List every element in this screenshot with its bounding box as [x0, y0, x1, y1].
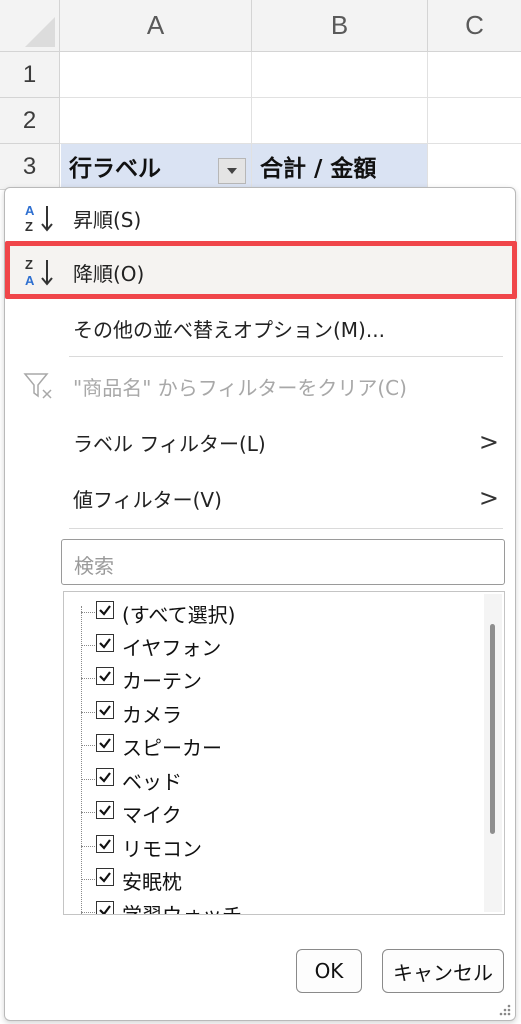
checkbox[interactable]	[96, 601, 114, 619]
list-item[interactable]: ベッド	[64, 763, 474, 796]
menu-clear-filter[interactable]: "商品名" からフィルターをクリア(C)	[7, 360, 513, 412]
list-item-label: カメラ	[122, 703, 182, 727]
chevron-right-icon: >	[478, 428, 499, 456]
check-icon	[99, 805, 111, 816]
checkbox[interactable]	[96, 835, 114, 853]
menu-separator	[69, 528, 503, 529]
pivot-row-label-text: 行ラベル	[69, 156, 161, 182]
list-item-label: (すべて選択)	[122, 603, 236, 627]
search-placeholder: 検索	[74, 554, 114, 578]
pivot-value-header[interactable]: 合計 / 金額	[252, 144, 427, 188]
check-icon	[99, 705, 111, 716]
list-item[interactable]: マイク	[64, 796, 474, 829]
list-item-label: カーテン	[122, 669, 202, 693]
row-header-2[interactable]: 2	[0, 98, 60, 144]
column-header-c[interactable]: C	[428, 0, 521, 52]
check-icon	[99, 605, 111, 616]
list-item-label: 安眠枕	[122, 870, 182, 894]
list-item-label: ベッド	[122, 770, 182, 794]
menu-value-filter[interactable]: 値フィルター(V) >	[7, 472, 513, 524]
chevron-right-icon: >	[478, 484, 499, 512]
cancel-button[interactable]: キャンセル	[382, 949, 504, 993]
menu-sort-ascending[interactable]: A Z 昇順(S)	[7, 192, 513, 244]
list-scrollbar-thumb[interactable]	[490, 624, 495, 834]
checkbox[interactable]	[96, 901, 114, 914]
menu-more-sort-options[interactable]: その他の並べ替えオプション(M)...	[7, 302, 513, 354]
menu-clear-filter-label: "商品名" からフィルターをクリア(C)	[73, 375, 407, 400]
clear-filter-icon	[23, 373, 52, 399]
list-item-label: 学習ウォッチ	[122, 903, 242, 915]
checkbox[interactable]	[96, 734, 114, 752]
list-item-label: スピーカー	[122, 736, 222, 760]
check-icon	[99, 638, 111, 649]
ok-button[interactable]: OK	[296, 949, 362, 993]
column-header-b[interactable]: B	[252, 0, 428, 52]
check-icon	[99, 738, 111, 749]
list-item[interactable]: 安眠枕	[64, 863, 474, 896]
checkbox[interactable]	[96, 634, 114, 652]
checkbox[interactable]	[96, 768, 114, 786]
list-item[interactable]: スピーカー	[64, 729, 474, 762]
checkbox[interactable]	[96, 667, 114, 685]
list-item[interactable]: (すべて選択)	[64, 596, 474, 629]
list-item[interactable]: リモコン	[64, 830, 474, 863]
pivot-value-text: 合計 / 金額	[260, 156, 377, 182]
row-header-1[interactable]: 1	[0, 52, 60, 98]
menu-sort-ascending-label: 昇順(S)	[73, 207, 142, 232]
check-icon	[99, 772, 111, 783]
svg-text:A: A	[25, 203, 35, 218]
highlight-box	[5, 241, 517, 299]
select-all-corner[interactable]	[0, 0, 60, 52]
checkbox[interactable]	[96, 801, 114, 819]
list-item-label: イヤフォン	[122, 636, 222, 660]
checkbox[interactable]	[96, 868, 114, 886]
list-item[interactable]: カメラ	[64, 696, 474, 729]
filter-dropdown-button[interactable]	[218, 158, 246, 184]
list-item-label: マイク	[122, 803, 182, 827]
svg-text:Z: Z	[25, 219, 33, 234]
filter-dropdown-panel: A Z 昇順(S) Z A 降順(O) その他の並べ替えオプション(M)... …	[4, 187, 517, 1021]
menu-value-filter-label: 値フィルター(V)	[73, 487, 222, 512]
list-item[interactable]: 学習ウォッチ	[64, 896, 474, 915]
filter-item-list[interactable]: (すべて選択) イヤフォン カーテン カメラ スピーカー ベッド マイク リモコ…	[63, 591, 505, 915]
search-input[interactable]: 検索	[61, 539, 505, 585]
checkbox[interactable]	[96, 701, 114, 719]
sort-az-icon: A Z	[25, 203, 53, 234]
list-item[interactable]: カーテン	[64, 662, 474, 695]
list-item-label: リモコン	[122, 837, 202, 861]
check-icon	[99, 872, 111, 883]
menu-label-filter-label: ラベル フィルター(L)	[73, 431, 266, 456]
menu-separator	[69, 356, 503, 357]
row-header-3[interactable]: 3	[0, 144, 60, 190]
menu-label-filter[interactable]: ラベル フィルター(L) >	[7, 416, 513, 468]
check-icon	[99, 905, 111, 914]
menu-more-sort-options-label: その他の並べ替えオプション(M)...	[73, 317, 385, 342]
list-item[interactable]: イヤフォン	[64, 629, 474, 662]
resize-grip-icon[interactable]	[497, 1002, 511, 1016]
dropdown-arrow-icon	[227, 168, 237, 174]
check-icon	[99, 671, 111, 682]
column-header-a[interactable]: A	[60, 0, 252, 52]
check-icon	[99, 839, 111, 850]
